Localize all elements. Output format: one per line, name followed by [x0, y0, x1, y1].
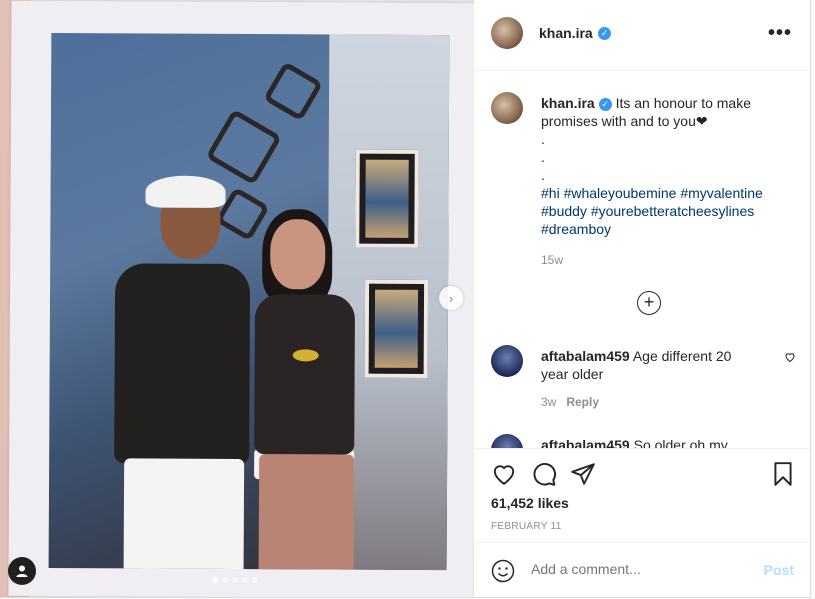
reply-button[interactable]: Reply [566, 395, 599, 409]
save-bookmark-icon[interactable] [770, 461, 796, 487]
caption-dot: . [541, 167, 545, 183]
action-bar: 61,452 likes FEBRUARY 11 [475, 448, 810, 543]
tagged-users-button[interactable] [8, 557, 36, 585]
commenter-avatar[interactable] [491, 345, 523, 377]
like-comment-icon[interactable] [784, 351, 796, 363]
hashtag-line[interactable]: #buddy #yourebetteratcheesylines [541, 203, 754, 219]
carousel-indicator [212, 577, 258, 583]
comment-item: aftabalam459 So older oh my [491, 434, 796, 448]
person-man [104, 175, 256, 571]
comment-body: So older oh my [633, 437, 728, 448]
carousel-dot [212, 577, 218, 583]
hashtag-line[interactable]: #dreamboy [541, 221, 611, 237]
comment-time[interactable]: 3w [541, 395, 556, 409]
comment-item: aftabalam459 Age different 20 year older… [491, 345, 796, 415]
post-comment-button[interactable]: Post [764, 562, 794, 578]
carousel-dot [232, 577, 238, 583]
caption-time[interactable]: 15w [541, 251, 791, 269]
commenter-username[interactable]: aftabalam459 [541, 348, 630, 364]
post-header: khan.ira ✓ ••• [475, 0, 810, 71]
hashtag-line[interactable]: #hi #whaleyoubemine #myvalentine [541, 185, 763, 201]
caption-avatar[interactable] [491, 92, 523, 124]
likes-count[interactable]: 61,452 likes [491, 495, 569, 511]
load-more-comments-button[interactable]: + [637, 291, 661, 315]
post-media[interactable]: › [0, 0, 474, 597]
commenter-avatar[interactable] [491, 434, 523, 448]
caption-text: khan.ira ✓ Its an honour to make promises… [541, 94, 791, 269]
carousel-dot [222, 577, 228, 583]
verified-badge-icon: ✓ [598, 97, 612, 111]
caption-dot: . [541, 131, 545, 147]
more-options-icon[interactable]: ••• [768, 22, 792, 45]
author-avatar[interactable] [491, 17, 523, 49]
add-comment-bar: Post [475, 542, 810, 598]
emoji-icon[interactable] [491, 559, 515, 583]
comment-input[interactable] [531, 561, 751, 577]
post-sidebar: khan.ira ✓ ••• khan.ira ✓ Its an honour t… [475, 0, 810, 597]
polaroid-photo [8, 0, 474, 597]
verified-badge-icon: ✓ [598, 27, 611, 40]
comment-text: aftabalam459 Age different 20 year older [541, 347, 761, 383]
wall-shelf-shape [205, 108, 283, 186]
post-dialog: › khan.ira ✓ ••• khan.ira ✓ Its an honou… [0, 0, 811, 598]
comment-bubble-icon[interactable] [531, 461, 557, 487]
photo-image [48, 32, 450, 571]
user-icon [16, 565, 28, 577]
post-date[interactable]: FEBRUARY 11 [491, 521, 562, 532]
comment-text: aftabalam459 So older oh my [541, 436, 761, 448]
person-woman [239, 209, 371, 571]
next-slide-button[interactable]: › [439, 286, 463, 310]
wall-painting [364, 279, 429, 378]
carousel-dot [252, 577, 258, 583]
caption-username[interactable]: khan.ira [541, 95, 595, 111]
author-username[interactable]: khan.ira [539, 25, 593, 41]
carousel-dot [242, 577, 248, 583]
comment-meta: 3w Reply [541, 395, 599, 409]
like-heart-icon[interactable] [491, 461, 517, 487]
commenter-username[interactable]: aftabalam459 [541, 437, 630, 448]
caption-dot: . [541, 149, 545, 165]
share-send-icon[interactable] [570, 461, 596, 487]
wall-shelf-shape [262, 61, 324, 122]
